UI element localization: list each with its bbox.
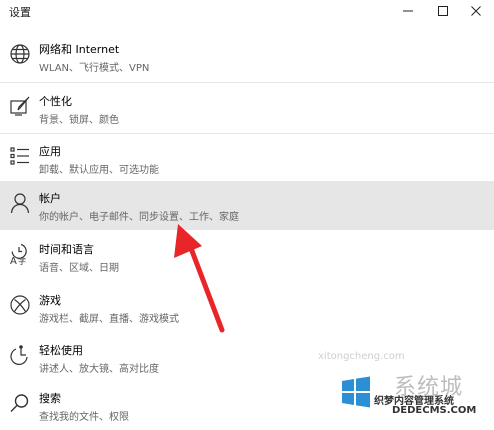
watermark-en-text: DEDECMS.COM [392,405,477,416]
annotation-arrow [174,224,225,333]
watermark: 系统城 织梦内容管理系统 DEDECMS.COM [318,366,494,420]
windows-logo-icon [342,376,370,408]
watermark-url: xitongcheng.com [318,351,405,362]
